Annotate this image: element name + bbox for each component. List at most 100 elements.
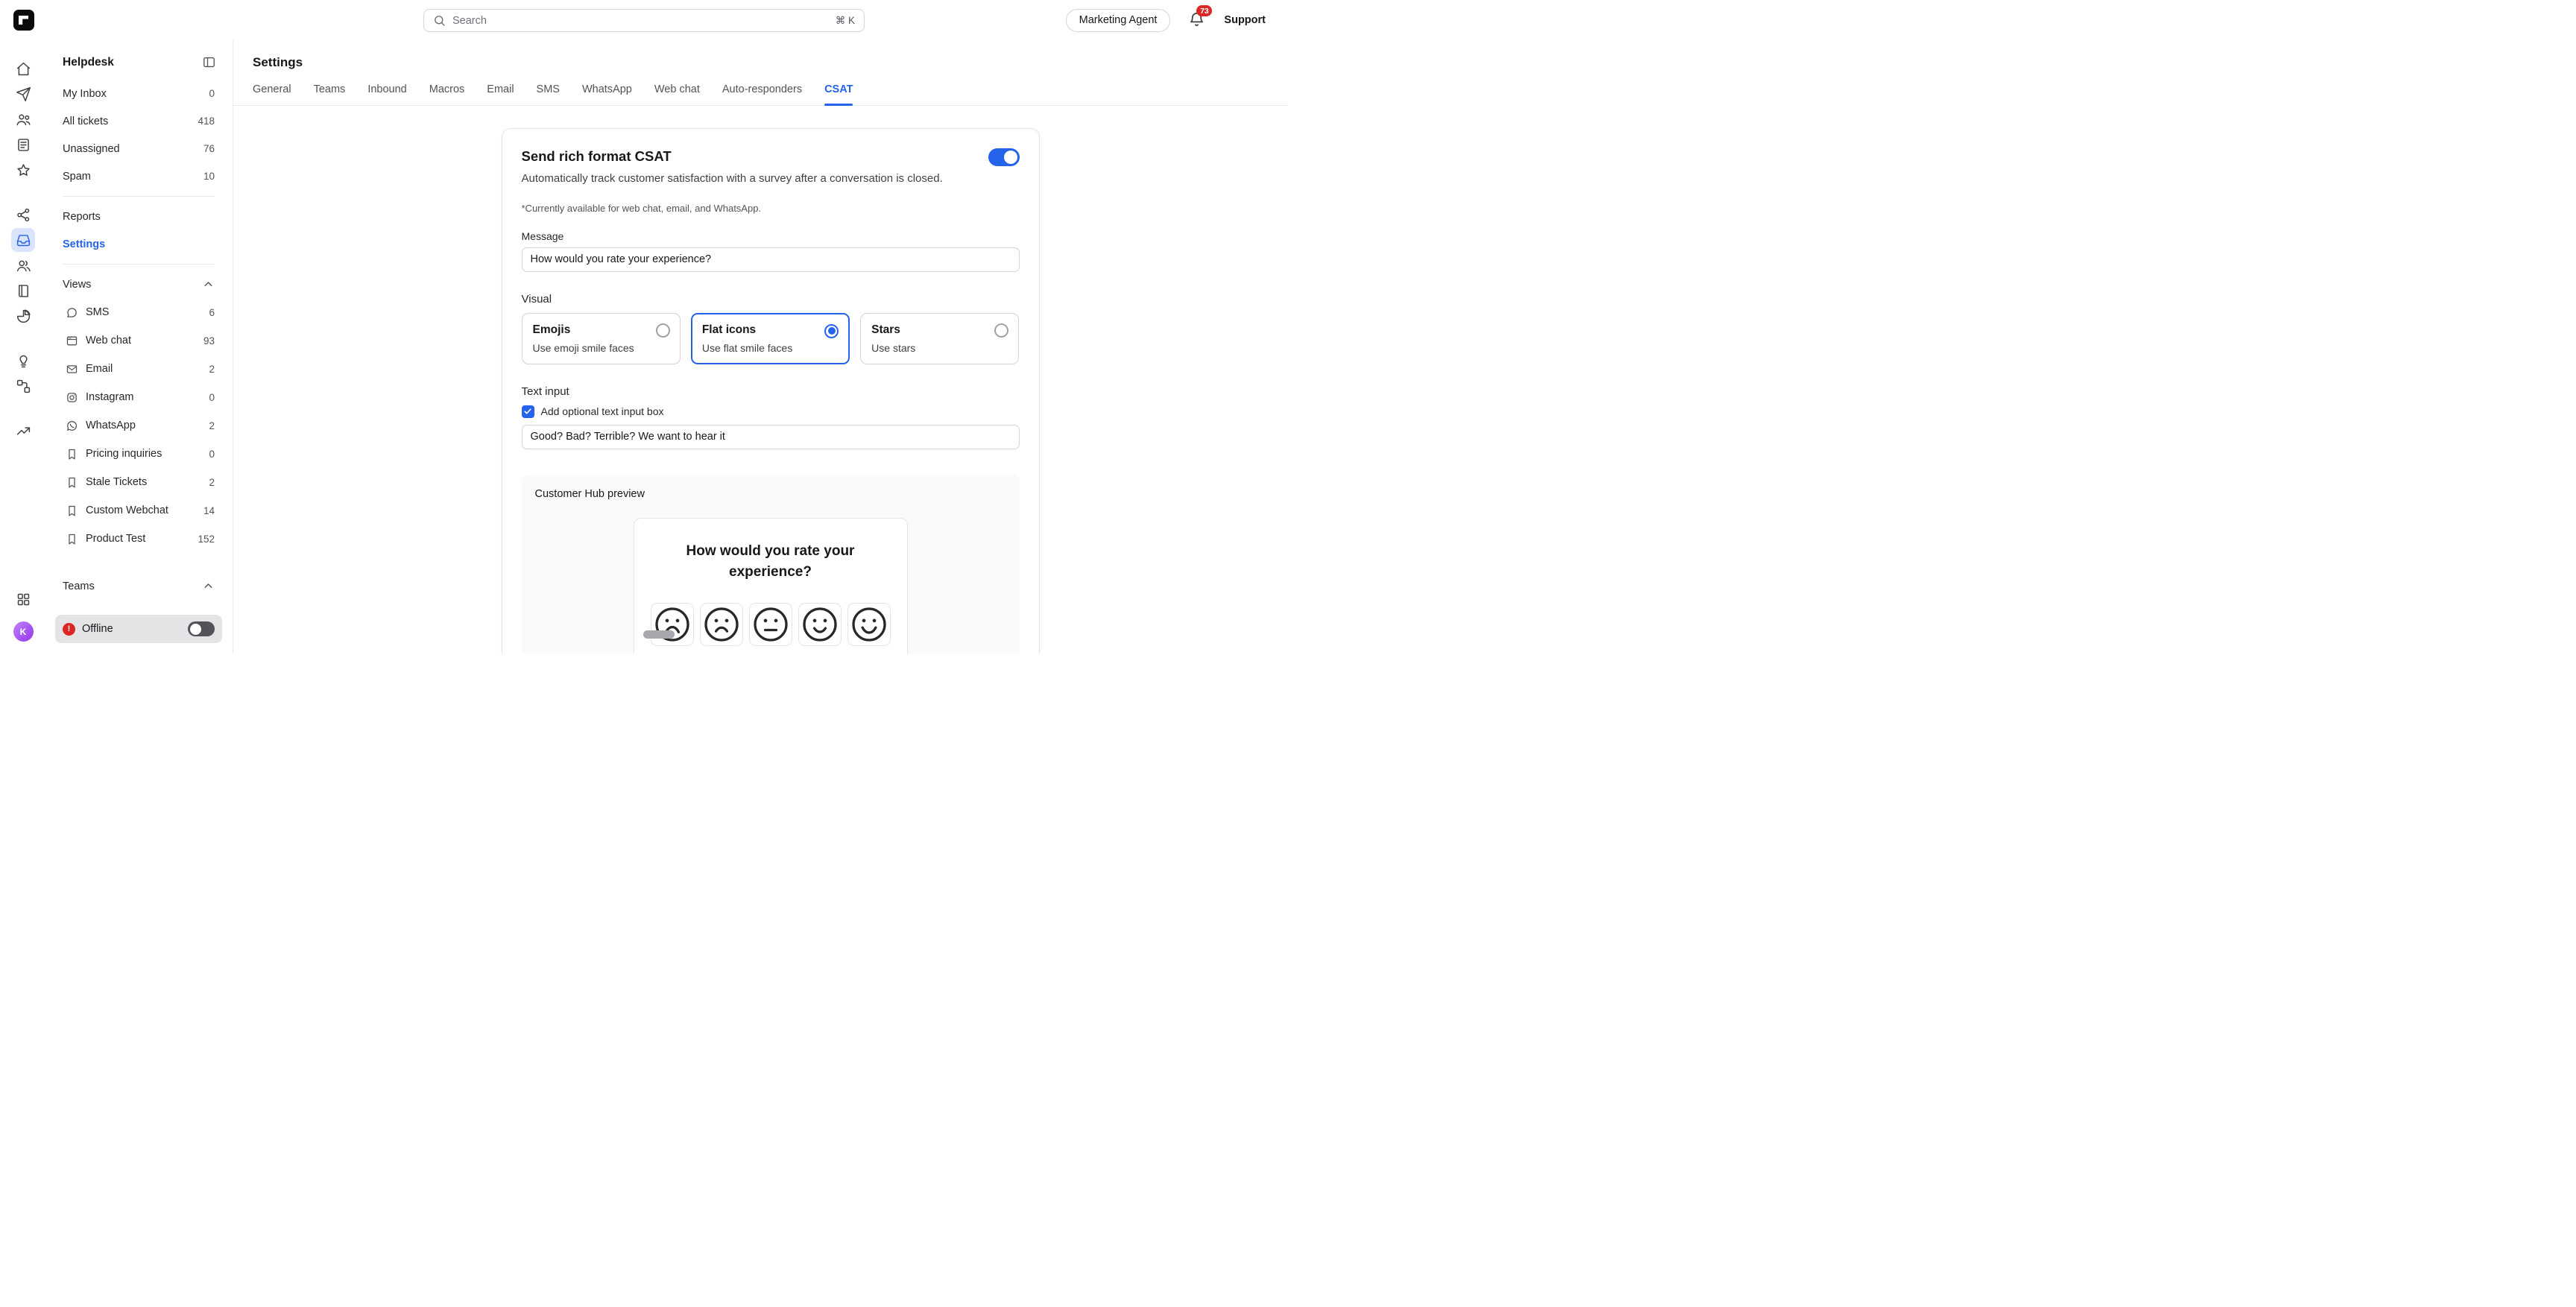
text-input-label: Text input <box>522 385 1020 398</box>
views-section-header[interactable]: Views <box>55 270 222 298</box>
view-item-instagram[interactable]: Instagram 0 <box>55 383 222 411</box>
optional-text-checkbox[interactable] <box>522 405 534 418</box>
view-item-web-chat[interactable]: Web chat 93 <box>55 326 222 355</box>
star-icon[interactable] <box>11 158 35 182</box>
note-icon[interactable] <box>11 133 35 156</box>
whatsapp-icon <box>66 420 78 432</box>
view-item-count: 152 <box>198 534 215 545</box>
sidebar-item-count: 10 <box>203 171 215 182</box>
share-nodes-icon[interactable] <box>11 203 35 227</box>
inbox-icon[interactable] <box>11 228 35 252</box>
view-item-whatsapp[interactable]: WhatsApp 2 <box>55 411 222 440</box>
sidebar-item-settings[interactable]: Settings <box>55 230 222 258</box>
sidebar-item-label: My Inbox <box>63 88 107 100</box>
customer-hub-preview: Customer Hub preview How would you rate … <box>522 475 1020 654</box>
book-icon[interactable] <box>11 279 35 303</box>
visual-options: Emojis Use emoji smile faces Flat icons … <box>522 313 1020 364</box>
message-input[interactable] <box>522 247 1020 272</box>
section-header-label: Teams <box>63 580 95 592</box>
tab-sms[interactable]: SMS <box>537 83 560 105</box>
view-item-label: SMS <box>86 306 109 318</box>
sidebar-item-reports[interactable]: Reports <box>55 203 222 230</box>
sidebar-item-unassigned[interactable]: Unassigned 76 <box>55 135 222 162</box>
option-subtitle: Use stars <box>871 342 1008 354</box>
status-label: Offline <box>82 623 113 635</box>
visual-option-flat-icons[interactable]: Flat icons Use flat smile faces <box>691 313 850 364</box>
collapse-sidebar-icon[interactable] <box>202 55 216 69</box>
support-link[interactable]: Support <box>1224 14 1266 26</box>
radio-flat-icons[interactable] <box>824 324 839 338</box>
notification-badge: 73 <box>1196 5 1212 16</box>
neutral-face-icon <box>750 604 792 645</box>
workflow-icon[interactable] <box>11 374 35 398</box>
radio-stars[interactable] <box>994 323 1008 338</box>
home-icon[interactable] <box>11 57 35 80</box>
tab-inbound[interactable]: Inbound <box>367 83 406 105</box>
tab-email[interactable]: Email <box>487 83 514 105</box>
section-header-label: Views <box>63 279 91 291</box>
csat-enabled-toggle[interactable] <box>988 148 1020 166</box>
agent-button[interactable]: Marketing Agent <box>1066 9 1171 32</box>
option-title: Flat icons <box>702 323 839 337</box>
view-item-label: Web chat <box>86 335 131 346</box>
search-icon <box>433 14 446 27</box>
app-logo[interactable] <box>13 10 34 31</box>
tab-teams[interactable]: Teams <box>314 83 346 105</box>
tab-csat[interactable]: CSAT <box>824 83 853 105</box>
teams-section-header[interactable]: Teams <box>55 572 222 600</box>
bookmark-icon <box>66 448 78 461</box>
tab-web-chat[interactable]: Web chat <box>654 83 700 105</box>
view-item-label: Custom Webchat <box>86 504 168 516</box>
availability-note: *Currently available for web chat, email… <box>522 203 1020 214</box>
pie-chart-icon[interactable] <box>11 304 35 328</box>
sidebar-item-label: Settings <box>63 238 105 250</box>
notifications-button[interactable]: 73 <box>1188 11 1206 29</box>
offline-toggle[interactable] <box>188 621 215 636</box>
user-avatar[interactable]: K <box>13 621 34 642</box>
view-item-sms[interactable]: SMS 6 <box>55 298 222 326</box>
main-content: Settings General Teams Inbound Macros Em… <box>233 40 1288 654</box>
csat-face-happy <box>798 603 842 646</box>
scrollbar-thumb[interactable] <box>643 630 675 639</box>
view-item-email[interactable]: Email 2 <box>55 355 222 383</box>
tab-macros[interactable]: Macros <box>429 83 465 105</box>
visual-option-emojis[interactable]: Emojis Use emoji smile faces <box>522 313 681 364</box>
lightbulb-icon[interactable] <box>11 349 35 373</box>
radio-emojis[interactable] <box>656 323 670 338</box>
csat-settings-card: Send rich format CSAT Automatically trac… <box>502 128 1040 654</box>
settings-tabs: General Teams Inbound Macros Email SMS W… <box>233 83 1288 106</box>
csat-face-very-happy <box>847 603 891 646</box>
apps-grid-icon[interactable] <box>11 587 35 611</box>
tab-whatsapp[interactable]: WhatsApp <box>582 83 632 105</box>
option-subtitle: Use emoji smile faces <box>533 342 669 354</box>
view-item-stale-tickets[interactable]: Stale Tickets 2 <box>55 468 222 496</box>
trending-up-icon[interactable] <box>11 419 35 443</box>
view-item-count: 0 <box>209 449 215 460</box>
sidebar-item-label: Unassigned <box>63 143 120 155</box>
view-item-custom-webchat[interactable]: Custom Webchat 14 <box>55 496 222 525</box>
view-item-label: Instagram <box>86 391 133 403</box>
contacts-icon[interactable] <box>11 107 35 131</box>
search-input[interactable] <box>452 15 829 27</box>
very-sad-face-icon <box>651 604 693 645</box>
view-item-count: 93 <box>203 335 215 346</box>
envelope-icon <box>66 363 78 376</box>
send-icon[interactable] <box>11 82 35 106</box>
topbar: ⌘ K Marketing Agent 73 Support <box>0 0 1288 40</box>
optional-text-input[interactable] <box>522 425 1020 449</box>
visual-label: Visual <box>522 293 1020 306</box>
view-item-product-test[interactable]: Product Test 152 <box>55 525 222 553</box>
view-item-count: 14 <box>203 505 215 516</box>
view-item-count: 6 <box>209 307 215 318</box>
csat-card-title: Send rich format CSAT <box>522 148 958 165</box>
tab-auto-responders[interactable]: Auto-responders <box>722 83 802 105</box>
sidebar-item-my-inbox[interactable]: My Inbox 0 <box>55 80 222 107</box>
tab-general[interactable]: General <box>253 83 291 105</box>
view-item-pricing-inquiries[interactable]: Pricing inquiries 0 <box>55 440 222 468</box>
visual-option-stars[interactable]: Stars Use stars <box>860 313 1019 364</box>
sidebar-item-all-tickets[interactable]: All tickets 418 <box>55 107 222 135</box>
view-item-count: 2 <box>209 477 215 488</box>
sidebar-item-spam[interactable]: Spam 10 <box>55 162 222 190</box>
users-icon[interactable] <box>11 253 35 277</box>
global-search[interactable]: ⌘ K <box>423 9 865 32</box>
